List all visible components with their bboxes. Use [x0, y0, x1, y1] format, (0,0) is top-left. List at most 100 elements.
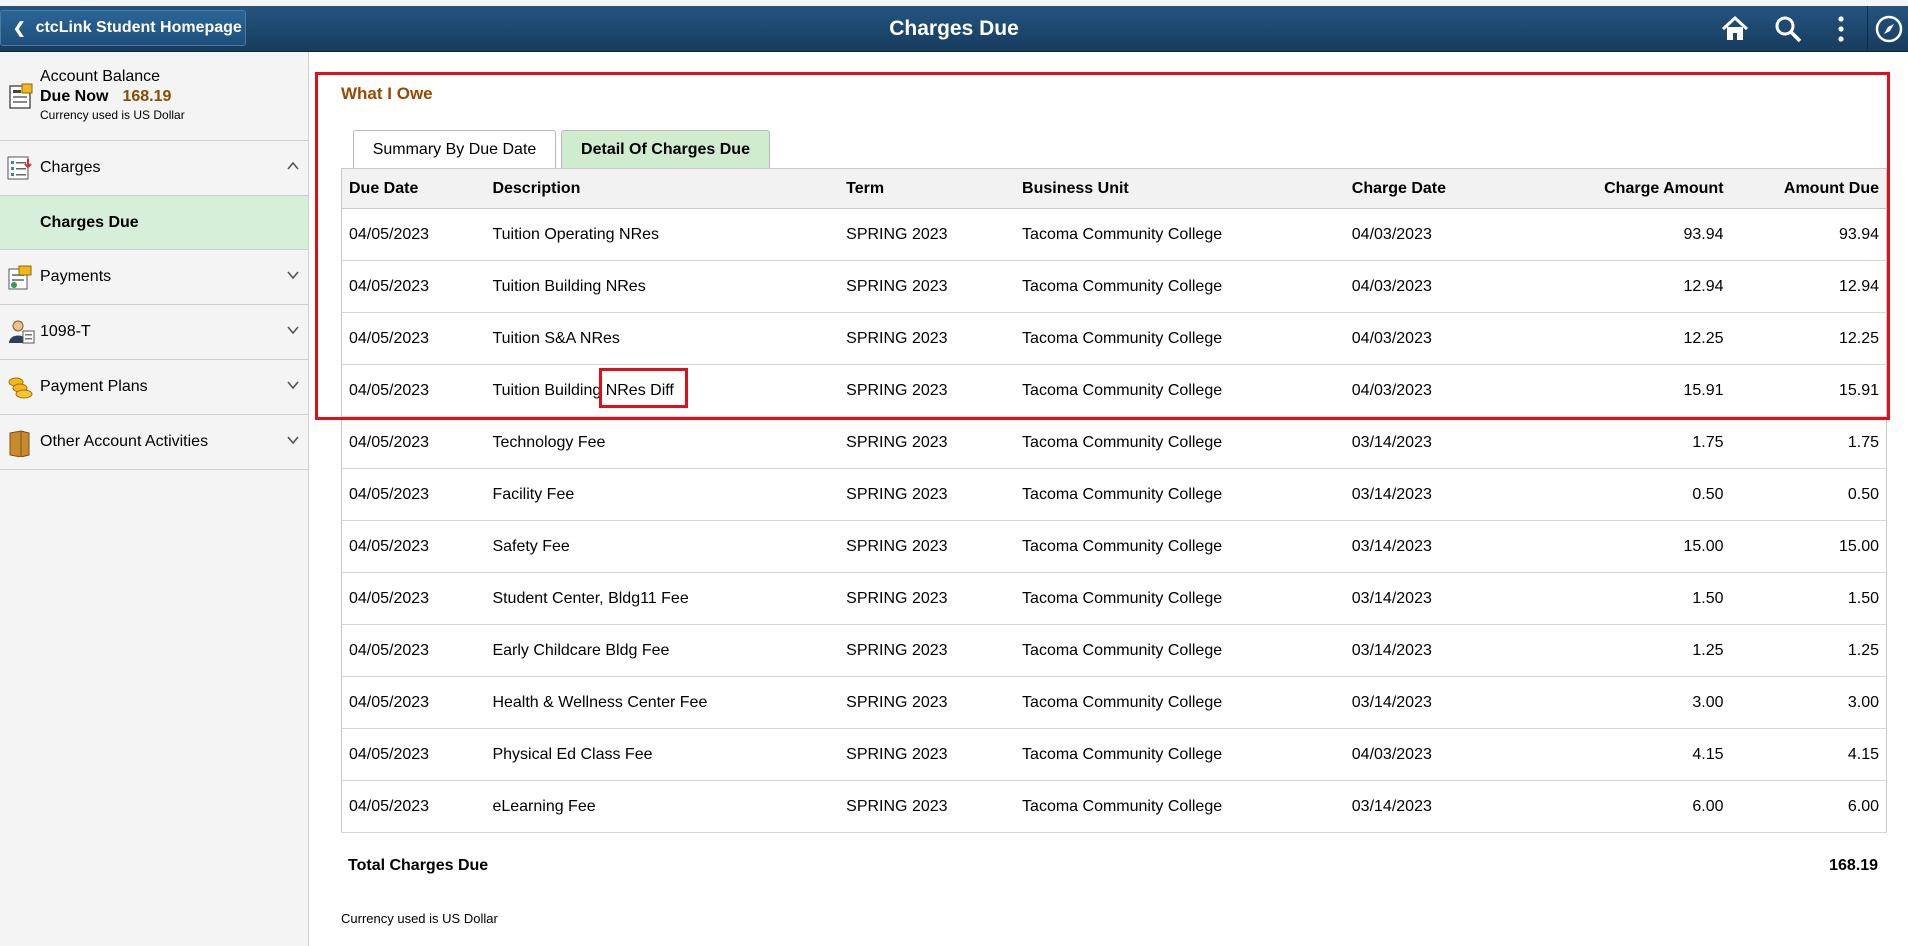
column-header[interactable]: Description	[485, 168, 840, 209]
table-row: 04/05/2023 Tuition Building NRes SPRING 20…	[341, 260, 1887, 313]
tab-summary-by-due-date[interactable]: Summary By Due Date	[353, 130, 556, 168]
person-tax-icon	[9, 320, 35, 344]
table-cell-camt: 12.25	[1534, 312, 1731, 365]
table-cell-cdate: 04/03/2023	[1344, 312, 1535, 365]
table-cell-camt: 3.00	[1534, 676, 1731, 729]
table-cell-term: SPRING 2023	[839, 572, 1016, 625]
tab-detail-of-charges-due[interactable]: Detail Of Charges Due	[561, 130, 770, 168]
table-cell-term: SPRING 2023	[839, 208, 1016, 261]
table-row: 04/05/2023 Health & Wellness Center Fee SP…	[341, 676, 1887, 729]
table-cell-due: 04/05/2023	[341, 208, 486, 261]
table-cell-term: SPRING 2023	[839, 260, 1016, 313]
currency-footer: Currency used is US Dollar	[341, 911, 498, 926]
table-cell-adue: 1.75	[1730, 416, 1887, 469]
table-cell-term: SPRING 2023	[839, 468, 1016, 521]
coins-icon	[8, 377, 33, 399]
table-cell-term: SPRING 2023	[839, 416, 1016, 469]
page-title: Charges Due	[889, 17, 1019, 40]
home-icon[interactable]	[1720, 14, 1750, 44]
table-cell-unit: Tacoma Community College	[1015, 208, 1345, 261]
total-charges-label: Total Charges Due	[348, 857, 489, 874]
table-cell-camt: 15.91	[1534, 364, 1731, 417]
more-icon[interactable]	[1826, 14, 1856, 44]
table-cell-term: SPRING 2023	[839, 624, 1016, 677]
table-cell-cdate: 03/14/2023	[1344, 572, 1535, 625]
table-cell-cdate: 03/14/2023	[1344, 676, 1535, 729]
table-cell-unit: Tacoma Community College	[1015, 676, 1345, 729]
column-header[interactable]: Business Unit	[1015, 168, 1345, 209]
sidebar-item-label: Other Account Activities	[40, 433, 209, 450]
sidebar-item-1098t[interactable]: 1098-T	[0, 305, 308, 360]
column-header[interactable]: Charge Date	[1344, 168, 1535, 209]
column-header[interactable]: Due Date	[341, 168, 486, 209]
table-cell-unit: Tacoma Community College	[1015, 312, 1345, 365]
table-cell-camt: 6.00	[1534, 780, 1731, 833]
table-cell-unit: Tacoma Community College	[1015, 416, 1345, 469]
table-cell-unit: Tacoma Community College	[1015, 624, 1345, 677]
table-row: 04/05/2023 Facility Fee SPRING 2023 Tacoma …	[341, 468, 1887, 521]
table-cell-adue: 6.00	[1730, 780, 1887, 833]
table-cell-unit: Tacoma Community College	[1015, 780, 1345, 833]
sidebar-item-payment-plans[interactable]: Payment Plans	[0, 360, 308, 415]
table-cell-unit: Tacoma Community College	[1015, 468, 1345, 521]
table-row: 04/05/2023 Student Center, Bldg11 Fee SPRI…	[341, 572, 1887, 625]
table-cell-desc: Physical Ed Class Fee	[485, 728, 840, 781]
table-row: 04/05/2023 eLearning Fee SPRING 2023 Tacoma…	[341, 780, 1887, 833]
column-header[interactable]: Charge Amount	[1534, 168, 1731, 209]
sidebar-item-other-account-activities[interactable]: Other Account Activities	[0, 415, 308, 470]
table-cell-adue: 15.91	[1730, 364, 1887, 417]
table-cell-desc: Health & Wellness Center Fee	[485, 676, 840, 729]
table-cell-due: 04/05/2023	[341, 520, 486, 573]
table-cell-camt: 12.94	[1534, 260, 1731, 313]
table-cell-camt: 15.00	[1534, 520, 1731, 573]
column-header[interactable]: Amount Due	[1730, 168, 1887, 209]
sidebar: Account Balance Due Now 168.19 Currency u…	[0, 52, 309, 946]
chevron-down-icon	[287, 381, 299, 390]
table-cell-cdate: 03/14/2023	[1344, 624, 1535, 677]
table-cell-desc: Student Center, Bldg11 Fee	[485, 572, 840, 625]
table-cell-desc: Early Childcare Bldg Fee	[485, 624, 840, 677]
sidebar-item-label: Payment Plans	[40, 378, 148, 395]
table-cell-due: 04/05/2023	[341, 364, 486, 417]
table-cell-desc: eLearning Fee	[485, 780, 840, 833]
table-cell-unit: Tacoma Community College	[1015, 260, 1345, 313]
sidebar-item-payments[interactable]: Payments	[0, 250, 308, 305]
sidebar-item-charges-due[interactable]: Charges Due	[0, 196, 308, 250]
table-cell-due: 04/05/2023	[341, 416, 486, 469]
sidebar-item-label: Payments	[40, 268, 112, 285]
table-cell-adue: 12.25	[1730, 312, 1887, 365]
sidebar-item-charges[interactable]: Charges	[0, 141, 308, 196]
table-cell-due: 04/05/2023	[341, 676, 486, 729]
table-cell-adue: 1.50	[1730, 572, 1887, 625]
table-row: 04/05/2023 Early Childcare Bldg Fee SPRING…	[341, 624, 1887, 677]
back-button[interactable]: ❮ ctcLink Student Homepage	[0, 10, 246, 46]
chevron-down-icon	[287, 326, 299, 335]
table-cell-desc: Tuition Building NRes Diff	[485, 364, 840, 417]
table-cell-term: SPRING 2023	[839, 312, 1016, 365]
table-cell-term: SPRING 2023	[839, 364, 1016, 417]
account-balance-panel: Account Balance Due Now 168.19 Currency u…	[0, 52, 308, 141]
payments-icon	[8, 265, 32, 290]
search-icon[interactable]	[1773, 14, 1803, 44]
table-cell-cdate: 03/14/2023	[1344, 780, 1535, 833]
table-cell-adue: 4.15	[1730, 728, 1887, 781]
table-cell-due: 04/05/2023	[341, 572, 486, 625]
account-balance-icon	[9, 83, 33, 109]
column-header[interactable]: Term	[839, 168, 1016, 209]
charges-table: Due Date Description Term Business Unit …	[341, 168, 1887, 833]
table-cell-desc: Tuition Building NRes	[485, 260, 840, 313]
due-now-label: Due Now	[40, 88, 109, 105]
table-row: 04/05/2023 Tuition S&A NRes SPRING 2023 Tac…	[341, 312, 1887, 365]
compass-icon[interactable]	[1874, 14, 1904, 44]
table-cell-cdate: 03/14/2023	[1344, 520, 1535, 573]
chevron-left-icon: ❮	[13, 20, 26, 37]
table-cell-camt: 1.75	[1534, 416, 1731, 469]
table-cell-due: 04/05/2023	[341, 468, 486, 521]
table-cell-term: SPRING 2023	[839, 728, 1016, 781]
top-banner: ❮ ctcLink Student Homepage Charges Due	[0, 6, 1908, 52]
due-now: Due Now 168.19	[40, 88, 171, 106]
due-now-amount: 168.19	[122, 88, 172, 105]
table-cell-adue: 3.00	[1730, 676, 1887, 729]
table-cell-due: 04/05/2023	[341, 312, 486, 365]
table-cell-due: 04/05/2023	[341, 260, 486, 313]
